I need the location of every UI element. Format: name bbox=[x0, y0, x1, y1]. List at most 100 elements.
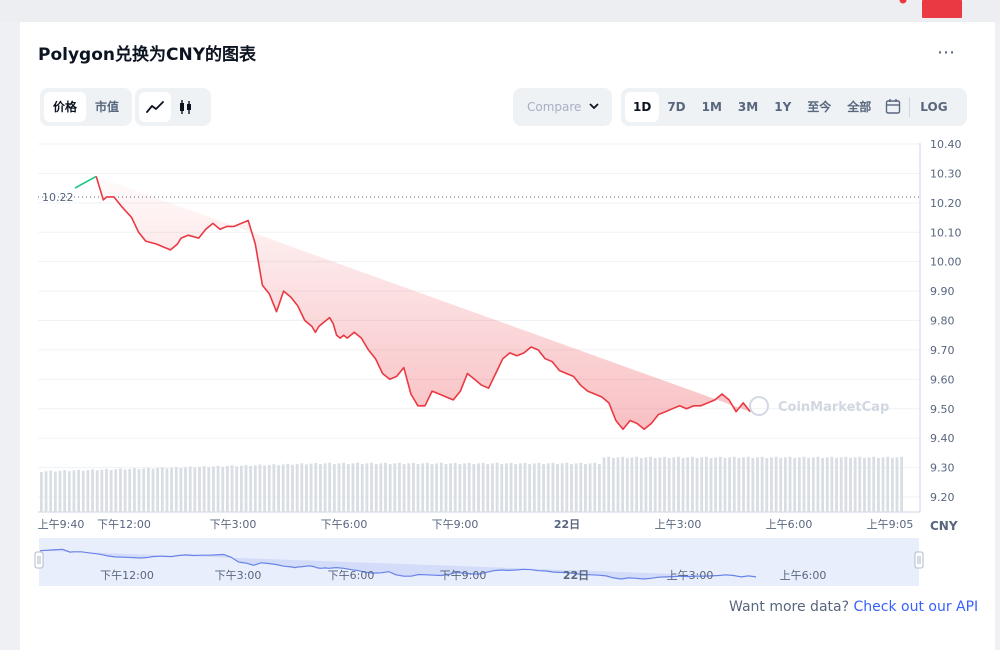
volume-bar bbox=[221, 466, 225, 512]
api-link[interactable]: Check out our API bbox=[853, 599, 978, 615]
price-area-fill bbox=[96, 176, 751, 430]
volume-bar bbox=[193, 467, 197, 512]
volume-bar bbox=[379, 463, 383, 512]
volume-bar bbox=[839, 457, 843, 512]
volume-bar bbox=[72, 470, 76, 512]
volume-bar bbox=[86, 470, 90, 512]
volume-bar bbox=[872, 456, 876, 512]
y-tick-label: 10.00 bbox=[930, 256, 962, 269]
volume-bar bbox=[249, 466, 253, 512]
volume-bar bbox=[44, 471, 48, 512]
last-price-label: 9.49 bbox=[931, 0, 958, 3]
volume-bar bbox=[63, 470, 67, 512]
volume-bar bbox=[142, 468, 146, 512]
volume-bar bbox=[458, 464, 462, 512]
volume-bar bbox=[532, 463, 536, 512]
y-tick-label: 9.60 bbox=[930, 373, 955, 386]
volume-bar bbox=[737, 458, 741, 512]
volume-bar bbox=[500, 464, 504, 512]
watermark-logo-icon bbox=[749, 396, 769, 416]
navigator-tick-label: 下午3:00 bbox=[215, 569, 262, 582]
x-tick-label: 下午3:00 bbox=[210, 518, 257, 531]
volume-bar bbox=[114, 469, 118, 512]
volume-bar bbox=[751, 458, 755, 512]
volume-bar bbox=[742, 457, 745, 512]
volume-bar bbox=[444, 464, 448, 512]
volume-bar bbox=[528, 464, 532, 512]
volume-bar bbox=[858, 456, 862, 512]
volume-bar bbox=[681, 458, 685, 512]
volume-bar bbox=[565, 462, 569, 512]
volume-bar bbox=[649, 456, 652, 512]
volume-bar bbox=[463, 463, 466, 512]
api-promo-text: Want more data? bbox=[729, 599, 850, 615]
volume-bar bbox=[551, 462, 555, 512]
volume-bar bbox=[895, 457, 899, 512]
volume-bar bbox=[67, 471, 71, 512]
volume-bar bbox=[235, 466, 239, 512]
volume-bar bbox=[356, 462, 359, 512]
navigator-left-handle[interactable] bbox=[34, 551, 44, 569]
navigator-right-handle[interactable] bbox=[914, 551, 924, 569]
volume-bar bbox=[653, 458, 657, 512]
volume-bar bbox=[305, 464, 308, 512]
x-tick-label: 上午9:40 bbox=[38, 518, 85, 531]
volume-bar bbox=[867, 457, 871, 512]
volume-bar bbox=[281, 464, 285, 512]
volume-bar bbox=[207, 467, 211, 512]
volume-bar bbox=[570, 464, 573, 512]
volume-bar bbox=[467, 462, 471, 512]
price-chart[interactable]: CoinMarketCap 10.40 10.30 10.20 10.10 10.00 9… bbox=[0, 0, 1000, 650]
volume-bar bbox=[165, 468, 169, 512]
volume-bar bbox=[77, 469, 80, 512]
price-line-up bbox=[74, 175, 97, 189]
watermark: CoinMarketCap bbox=[778, 400, 889, 415]
volume-bar bbox=[156, 468, 160, 512]
y-tick-label: 10.20 bbox=[930, 197, 962, 210]
volume-bar bbox=[588, 463, 592, 512]
volume-bar bbox=[212, 466, 215, 512]
volume-bar bbox=[319, 464, 322, 512]
x-tick-label: 下午9:00 bbox=[432, 518, 479, 531]
volume-bar bbox=[807, 458, 811, 512]
volume-bar bbox=[877, 458, 880, 512]
volume-bar bbox=[542, 464, 545, 512]
volume-bar bbox=[574, 463, 578, 512]
volume-bar bbox=[718, 456, 722, 512]
volume-bar bbox=[146, 467, 150, 512]
volume-bar bbox=[216, 465, 220, 512]
volume-bar bbox=[263, 465, 266, 512]
volume-bar bbox=[784, 457, 787, 512]
volume-bar bbox=[430, 464, 434, 512]
volume-bar bbox=[332, 464, 336, 512]
volume-bar bbox=[616, 457, 620, 512]
volume-bar bbox=[137, 469, 141, 512]
last-point bbox=[899, 0, 907, 4]
volume-bar bbox=[881, 457, 885, 512]
volume-bar bbox=[802, 456, 806, 512]
volume-bar bbox=[365, 463, 369, 512]
volume-bar bbox=[811, 457, 815, 512]
volume-bar bbox=[621, 456, 625, 512]
volume-bar bbox=[412, 462, 415, 512]
range-navigator[interactable]: 下午12:00 下午3:00 下午6:00 下午9:00 22日 上午3:00 上午6:00 bbox=[34, 538, 924, 586]
volume-bar bbox=[439, 462, 443, 512]
volume-bar bbox=[821, 458, 824, 512]
volume-bar bbox=[491, 463, 494, 512]
volume-bar bbox=[346, 464, 350, 512]
volume-bar bbox=[518, 463, 522, 512]
volume-bar bbox=[258, 464, 262, 512]
volume-bar bbox=[342, 462, 346, 512]
volume-bar bbox=[123, 469, 127, 512]
volume-bars bbox=[40, 456, 904, 512]
x-tick-label: 22日 bbox=[554, 518, 580, 531]
volume-bar bbox=[593, 462, 597, 512]
volume-bar bbox=[202, 466, 206, 512]
volume-bar bbox=[300, 463, 304, 512]
volume-bar bbox=[188, 466, 192, 512]
volume-bar bbox=[95, 470, 99, 512]
volume-bar bbox=[635, 456, 638, 512]
navigator-tick-label: 上午6:00 bbox=[780, 569, 827, 582]
volume-bar bbox=[481, 462, 485, 512]
volume-bar bbox=[844, 456, 848, 512]
